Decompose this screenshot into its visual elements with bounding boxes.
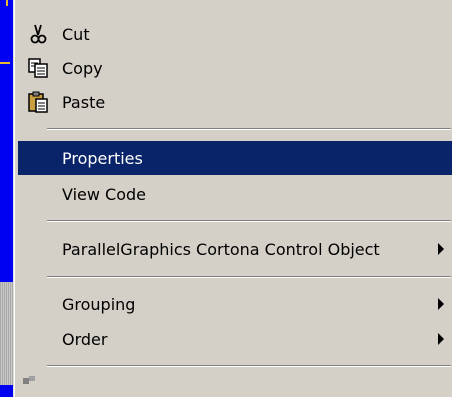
submenu-arrow-icon	[438, 333, 444, 345]
menu-separator	[47, 276, 451, 278]
partial-menu-icon	[23, 376, 35, 384]
menu-item-label: View Code	[62, 184, 147, 204]
menu-item-label: Cut	[62, 24, 90, 44]
menu-item-label: Properties	[62, 148, 143, 168]
menu-item-label: Order	[62, 329, 108, 349]
submenu-arrow-icon	[438, 298, 444, 310]
menu-item-paste[interactable]: Paste	[18, 85, 452, 119]
submenu-arrow-icon	[438, 243, 444, 255]
menu-item-cut[interactable]: Cut	[18, 17, 452, 51]
menu-item-label: ParallelGraphics Cortona Control Object	[62, 239, 380, 259]
paste-icon	[27, 91, 49, 113]
menu-item-label: Paste	[62, 92, 106, 112]
menu-item-copy[interactable]: Copy	[18, 51, 452, 85]
copy-icon	[27, 57, 49, 79]
menu-item-cortona-control-object[interactable]: ParallelGraphics Cortona Control Object	[18, 232, 452, 266]
menu-item-label: Copy	[62, 58, 103, 78]
menu-item-view-code[interactable]: View Code	[18, 177, 452, 211]
menu-separator	[47, 128, 451, 130]
menu-item-grouping[interactable]: Grouping	[18, 287, 452, 321]
scissors-icon	[27, 23, 49, 45]
menu-separator	[47, 220, 451, 222]
menu-item-label: Grouping	[62, 294, 136, 314]
menu-item-order[interactable]: Order	[18, 322, 452, 356]
menu-item-properties[interactable]: Properties	[18, 141, 452, 175]
selection-marker-top	[6, 0, 8, 6]
selection-marker	[0, 62, 10, 64]
context-menu: Cut Copy Paste Properties View Code Para…	[14, 0, 452, 397]
menu-separator	[47, 365, 451, 367]
